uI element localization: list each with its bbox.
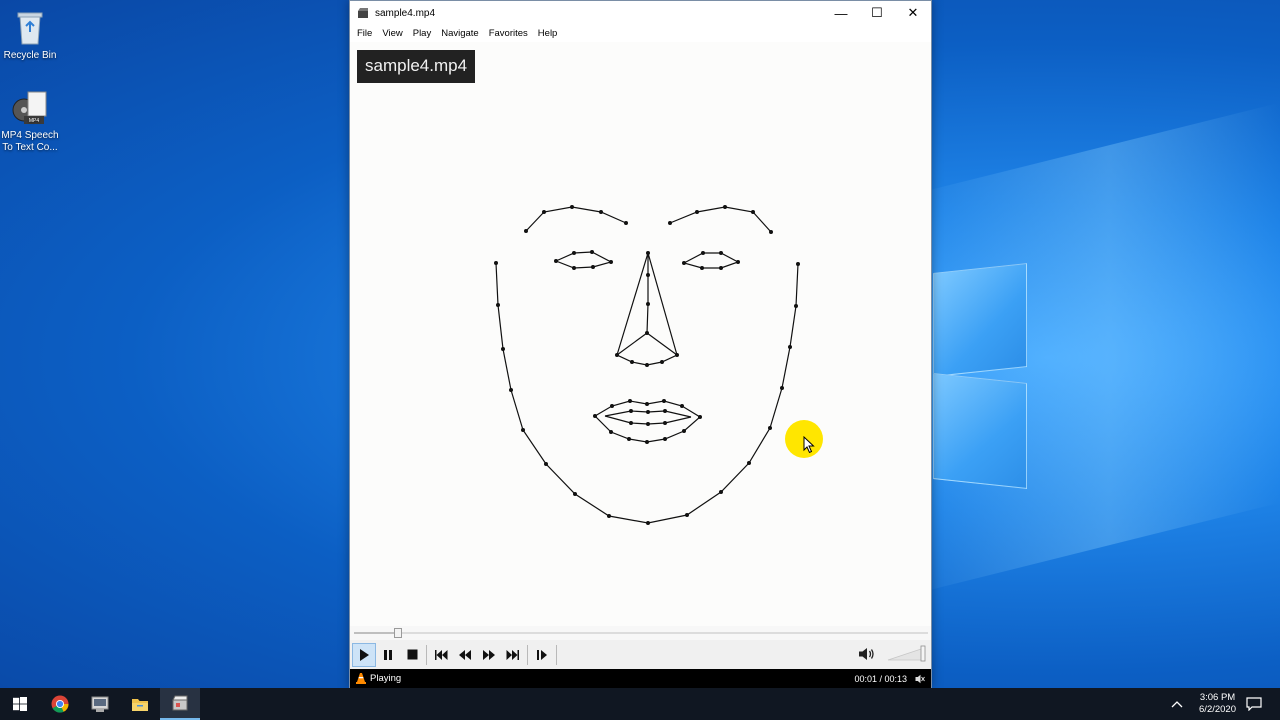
notification-icon[interactable]	[1246, 697, 1262, 711]
menu-navigate[interactable]: Navigate	[436, 28, 484, 39]
minimize-icon: —	[834, 5, 848, 21]
taskbar-chrome[interactable]	[40, 688, 80, 720]
mouse-cursor-icon	[803, 436, 815, 454]
file-explorer-icon	[132, 699, 148, 711]
desktop-icon-label: MP4 Speech To Text Co...	[1, 130, 59, 153]
maximize-icon: ☐	[871, 5, 883, 20]
seek-track[interactable]	[354, 632, 928, 634]
media-player-window: sample4.mp4 — ☐ ✕ File View Play Navigat…	[349, 0, 932, 688]
separator	[527, 644, 528, 665]
close-icon: ✕	[907, 5, 919, 20]
taskbar-media-player[interactable]	[160, 688, 200, 720]
play-button[interactable]	[352, 642, 376, 667]
playback-controls	[350, 640, 931, 669]
fast-forward-button[interactable]	[477, 643, 501, 667]
mute-button[interactable]	[855, 642, 879, 666]
fast-forward-icon	[483, 649, 495, 660]
play-icon	[360, 648, 369, 661]
desktop-icon-mp4-converter[interactable]: MP4 MP4 Speech To Text Co...	[0, 88, 60, 154]
speaker-icon	[859, 648, 874, 660]
stop-button[interactable]	[400, 643, 424, 667]
playback-time: 00:01 / 00:13	[854, 673, 907, 684]
seek-progress	[354, 632, 399, 634]
title-bar[interactable]: sample4.mp4 — ☐ ✕	[350, 1, 931, 25]
windows-logo-pane	[933, 263, 1027, 377]
rewind-button[interactable]	[453, 643, 477, 667]
seek-handle[interactable]	[394, 628, 403, 638]
taskbar-clock[interactable]: 3:06 PM 6/2/2020	[1199, 692, 1236, 716]
muted-speaker-icon[interactable]	[915, 674, 925, 684]
desktop-icon-label: Recycle Bin	[3, 50, 57, 61]
playback-state: Playing	[370, 673, 402, 684]
media-player-icon	[172, 695, 188, 711]
menu-favorites[interactable]: Favorites	[484, 28, 533, 39]
skip-next-icon	[506, 649, 519, 660]
system-tray: 3:06 PM 6/2/2020	[1171, 688, 1280, 720]
clock-time: 3:06 PM	[1199, 692, 1236, 703]
video-area[interactable]: sample4.mp4	[350, 42, 931, 626]
installer-icon	[91, 696, 109, 712]
frame-step-button[interactable]	[530, 643, 554, 667]
frame-step-icon	[537, 649, 547, 660]
rewind-icon	[459, 649, 471, 660]
clapperboard-icon	[358, 8, 368, 18]
chevron-up-icon[interactable]	[1171, 700, 1183, 708]
menu-file[interactable]: File	[352, 28, 377, 39]
recycle-bin-icon	[10, 8, 50, 48]
previous-button[interactable]	[429, 643, 453, 667]
pause-icon	[384, 649, 392, 660]
desktop-icon-recycle-bin[interactable]: Recycle Bin	[0, 8, 60, 62]
volume-area	[855, 642, 927, 666]
pause-button[interactable]	[376, 643, 400, 667]
skip-previous-icon	[435, 649, 448, 660]
separator	[426, 644, 427, 665]
menu-view[interactable]: View	[377, 28, 407, 39]
face-landmarks-drawing	[494, 205, 800, 525]
traffic-cone-icon	[356, 673, 366, 684]
taskbar: 3:06 PM 6/2/2020	[0, 688, 1280, 720]
windows-logo-pane	[933, 373, 1027, 489]
maximize-button[interactable]: ☐	[859, 1, 895, 25]
minimize-button[interactable]: —	[823, 1, 859, 25]
close-button[interactable]: ✕	[895, 1, 931, 25]
svg-text:MP4: MP4	[29, 118, 40, 124]
taskbar-file-explorer[interactable]	[120, 688, 160, 720]
volume-slider[interactable]	[887, 645, 927, 663]
start-button[interactable]	[0, 688, 40, 720]
seek-bar[interactable]	[350, 626, 931, 640]
window-title: sample4.mp4	[375, 7, 436, 19]
next-button[interactable]	[501, 643, 525, 667]
taskbar-installer[interactable]	[80, 688, 120, 720]
menu-help[interactable]: Help	[533, 28, 563, 39]
menu-bar: File View Play Navigate Favorites Help	[350, 25, 931, 41]
stop-icon	[407, 649, 417, 660]
mp4-converter-icon: MP4	[10, 88, 50, 128]
osd-title: sample4.mp4	[357, 50, 476, 83]
status-bar: Playing 00:01 / 00:13	[350, 669, 931, 688]
menu-play[interactable]: Play	[408, 28, 436, 39]
start-icon	[13, 697, 27, 711]
separator	[556, 644, 557, 665]
clock-date: 6/2/2020	[1199, 704, 1236, 715]
chrome-icon	[51, 695, 69, 713]
